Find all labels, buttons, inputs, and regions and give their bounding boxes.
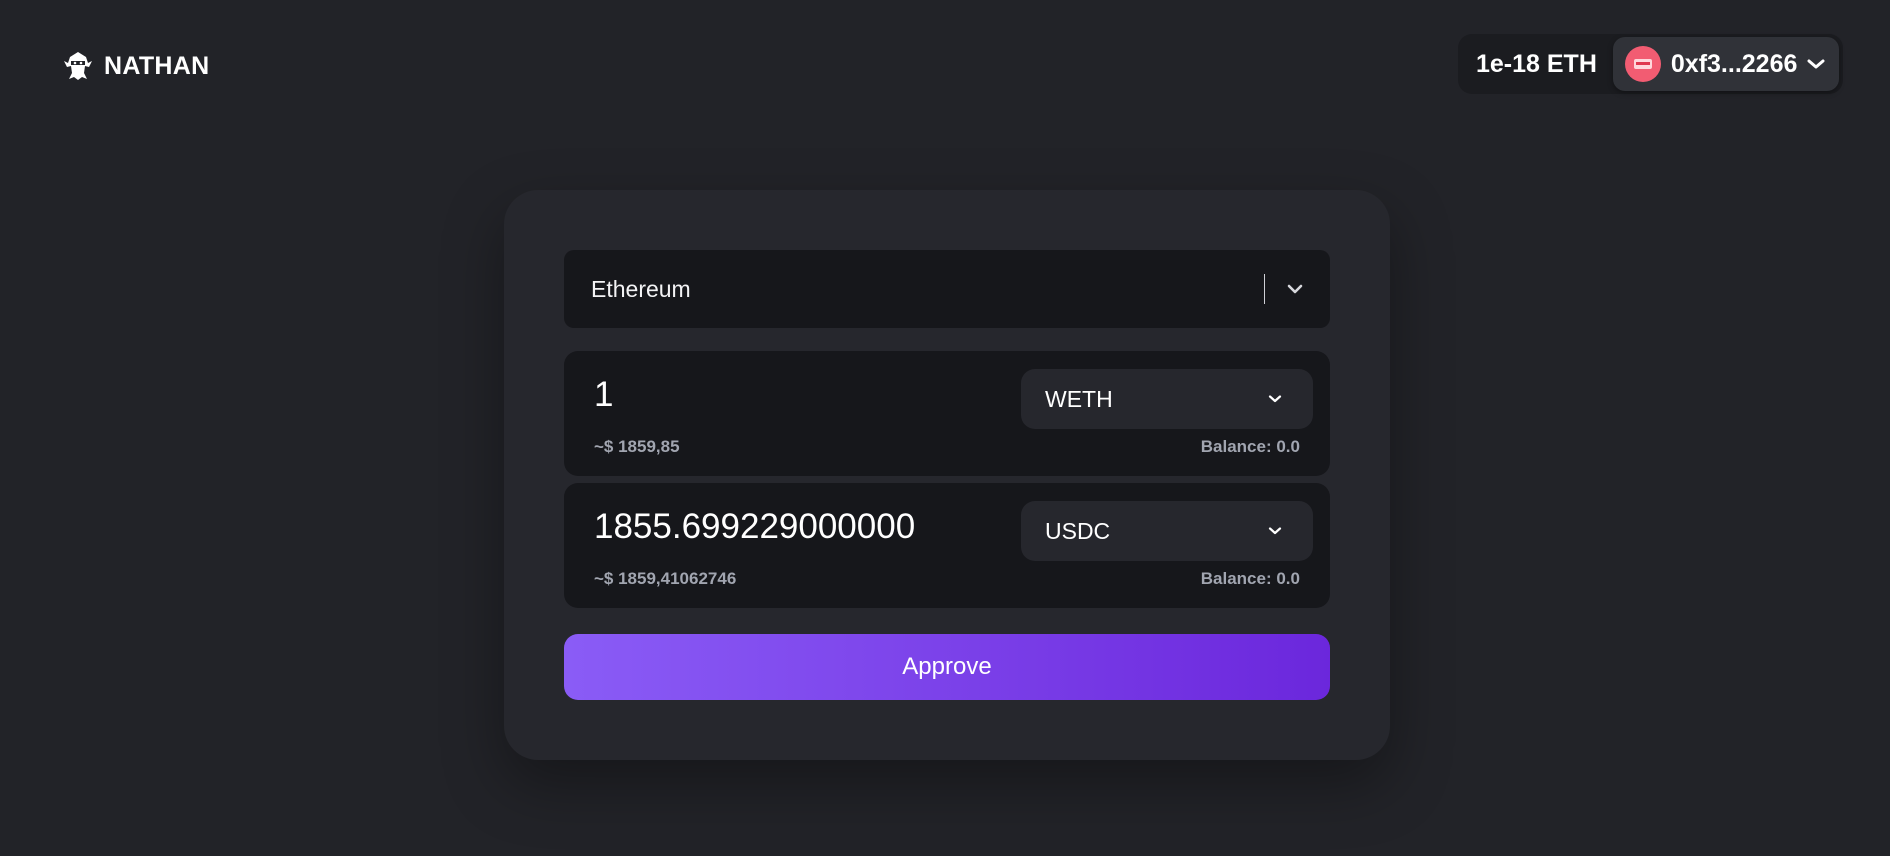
from-usd-value: ~$ 1859,85 — [594, 437, 680, 456]
to-amount-input[interactable]: 1855.699229000000 — [594, 507, 915, 547]
chevron-down-icon — [1263, 519, 1287, 543]
from-token-panel: 1 ~$ 1859,85 WETH Balance: 0.0 — [564, 351, 1330, 476]
top-bar: NATHAN 1e-18 ETH 0xf3...2266 — [0, 0, 1890, 130]
to-usd-value: ~$ 1859,41062746 — [594, 569, 737, 588]
ninja-logo-icon — [60, 48, 96, 84]
to-balance: Balance: 0.0 — [1200, 569, 1300, 588]
wallet-balance: 1e-18 ETH — [1476, 49, 1597, 78]
approve-button[interactable]: Approve — [564, 634, 1330, 700]
network-select[interactable]: Ethereum — [564, 250, 1330, 328]
account-address: 0xf3...2266 — [1670, 49, 1798, 78]
brand-name: NATHAN — [104, 51, 210, 80]
from-balance: Balance: 0.0 — [1200, 437, 1300, 456]
from-token-select[interactable]: WETH — [1021, 369, 1313, 429]
brand[interactable]: NATHAN — [60, 46, 210, 86]
avatar — [1624, 46, 1661, 82]
to-token-panel: 1855.699229000000 ~$ 1859,41062746 USDC … — [564, 483, 1330, 608]
to-token-select[interactable]: USDC — [1021, 501, 1313, 561]
account-button[interactable]: 0xf3...2266 — [1612, 37, 1840, 91]
chevron-down-icon — [1263, 387, 1287, 411]
from-amount-input[interactable]: 1 — [594, 375, 613, 415]
chevron-down-icon[interactable] — [1280, 274, 1310, 304]
to-token-name: USDC — [1045, 518, 1111, 544]
select-divider — [1264, 274, 1265, 304]
network-selected-value: Ethereum — [591, 276, 691, 302]
swap-card: Ethereum 1 ~$ 1859,85 WETH Balance: 0.0 … — [504, 190, 1390, 760]
chevron-down-icon — [1807, 55, 1825, 73]
from-token-name: WETH — [1045, 386, 1113, 412]
wallet-widget: 1e-18 ETH 0xf3...2266 — [1458, 34, 1844, 94]
